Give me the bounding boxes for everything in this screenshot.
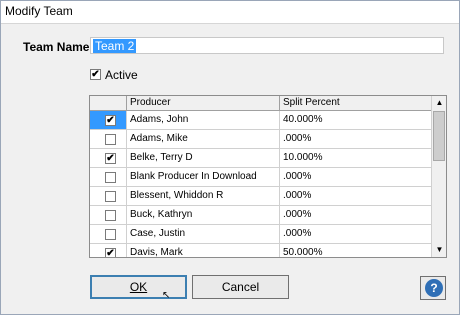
team-name-input[interactable]: Team 2	[90, 37, 444, 54]
table-row[interactable]: ✔ Davis, Mark 50.000%	[90, 244, 431, 258]
table-row[interactable]: Blank Producer In Download .000%	[90, 168, 431, 187]
table-row[interactable]: Buck, Kathryn .000%	[90, 206, 431, 225]
ok-button[interactable]: OK	[90, 275, 187, 299]
split-percent-cell[interactable]: 50.000%	[280, 244, 431, 257]
row-check-cell[interactable]: ✔	[90, 111, 127, 129]
check-icon: ✔	[91, 69, 100, 80]
producer-cell[interactable]: Buck, Kathryn	[127, 206, 280, 224]
split-percent-cell[interactable]: .000%	[280, 130, 431, 148]
active-label: Active	[105, 68, 138, 82]
active-checkbox[interactable]: ✔	[90, 69, 101, 80]
cancel-label: Cancel	[221, 280, 260, 294]
modify-team-dialog: Modify Team Team Name: Team 2 ✔ Active P…	[0, 0, 460, 315]
split-percent-cell[interactable]: .000%	[280, 168, 431, 186]
check-icon: ✔	[106, 248, 115, 258]
row-check-cell[interactable]	[90, 168, 127, 186]
row-check-cell[interactable]	[90, 130, 127, 148]
team-name-value: Team 2	[93, 39, 137, 53]
producer-cell[interactable]: Blessent, Whiddon R	[127, 187, 280, 205]
help-button[interactable]: ?	[420, 276, 446, 300]
header-split-percent[interactable]: Split Percent	[280, 96, 431, 110]
row-check-cell[interactable]: ✔	[90, 149, 127, 167]
scroll-up-icon[interactable]: ▲	[432, 96, 446, 110]
producer-cell[interactable]: Davis, Mark	[127, 244, 280, 257]
row-checkbox[interactable]	[105, 191, 116, 202]
producer-cell[interactable]: Belke, Terry D	[127, 149, 280, 167]
title-bar: Modify Team	[1, 1, 459, 24]
row-check-cell[interactable]: ✔	[90, 244, 127, 258]
producer-cell[interactable]: Blank Producer In Download	[127, 168, 280, 186]
producer-cell[interactable]: Adams, Mike	[127, 130, 280, 148]
scroll-thumb[interactable]	[433, 111, 445, 161]
row-checkbox[interactable]	[105, 210, 116, 221]
help-icon: ?	[425, 279, 443, 297]
producer-grid: Producer Split Percent ✔ Adams, John 40.00…	[89, 95, 447, 258]
header-producer[interactable]: Producer	[127, 96, 280, 110]
table-row[interactable]: ✔ Belke, Terry D 10.000%	[90, 149, 431, 168]
row-checkbox[interactable]: ✔	[105, 153, 116, 164]
row-check-cell[interactable]	[90, 187, 127, 205]
grid-header: Producer Split Percent	[90, 96, 431, 111]
split-percent-cell[interactable]: 40.000%	[280, 111, 431, 129]
cancel-button[interactable]: Cancel	[192, 275, 289, 299]
table-row[interactable]: Blessent, Whiddon R .000%	[90, 187, 431, 206]
row-check-cell[interactable]	[90, 225, 127, 243]
producer-cell[interactable]: Case, Justin	[127, 225, 280, 243]
team-name-label: Team Name:	[23, 40, 94, 54]
window-title: Modify Team	[5, 4, 73, 18]
ok-label: OK	[129, 280, 148, 294]
table-row[interactable]: ✔ Adams, John 40.000%	[90, 111, 431, 130]
check-icon: ✔	[106, 153, 115, 164]
split-percent-cell[interactable]: .000%	[280, 206, 431, 224]
check-icon: ✔	[106, 115, 115, 126]
row-checkbox[interactable]	[105, 229, 116, 240]
table-row[interactable]: Case, Justin .000%	[90, 225, 431, 244]
grid-scrollbar[interactable]: ▲ ▼	[431, 96, 446, 257]
split-percent-cell[interactable]: 10.000%	[280, 149, 431, 167]
row-checkbox[interactable]	[105, 134, 116, 145]
row-check-cell[interactable]	[90, 206, 127, 224]
row-checkbox[interactable]	[105, 172, 116, 183]
row-checkbox[interactable]: ✔	[105, 115, 116, 126]
split-percent-cell[interactable]: .000%	[280, 225, 431, 243]
row-checkbox[interactable]: ✔	[105, 248, 116, 258]
scroll-down-icon[interactable]: ▼	[432, 243, 446, 257]
mouse-cursor-icon: ↖	[162, 290, 171, 301]
header-check-column	[90, 96, 127, 110]
split-percent-cell[interactable]: .000%	[280, 187, 431, 205]
producer-cell[interactable]: Adams, John	[127, 111, 280, 129]
table-row[interactable]: Adams, Mike .000%	[90, 130, 431, 149]
